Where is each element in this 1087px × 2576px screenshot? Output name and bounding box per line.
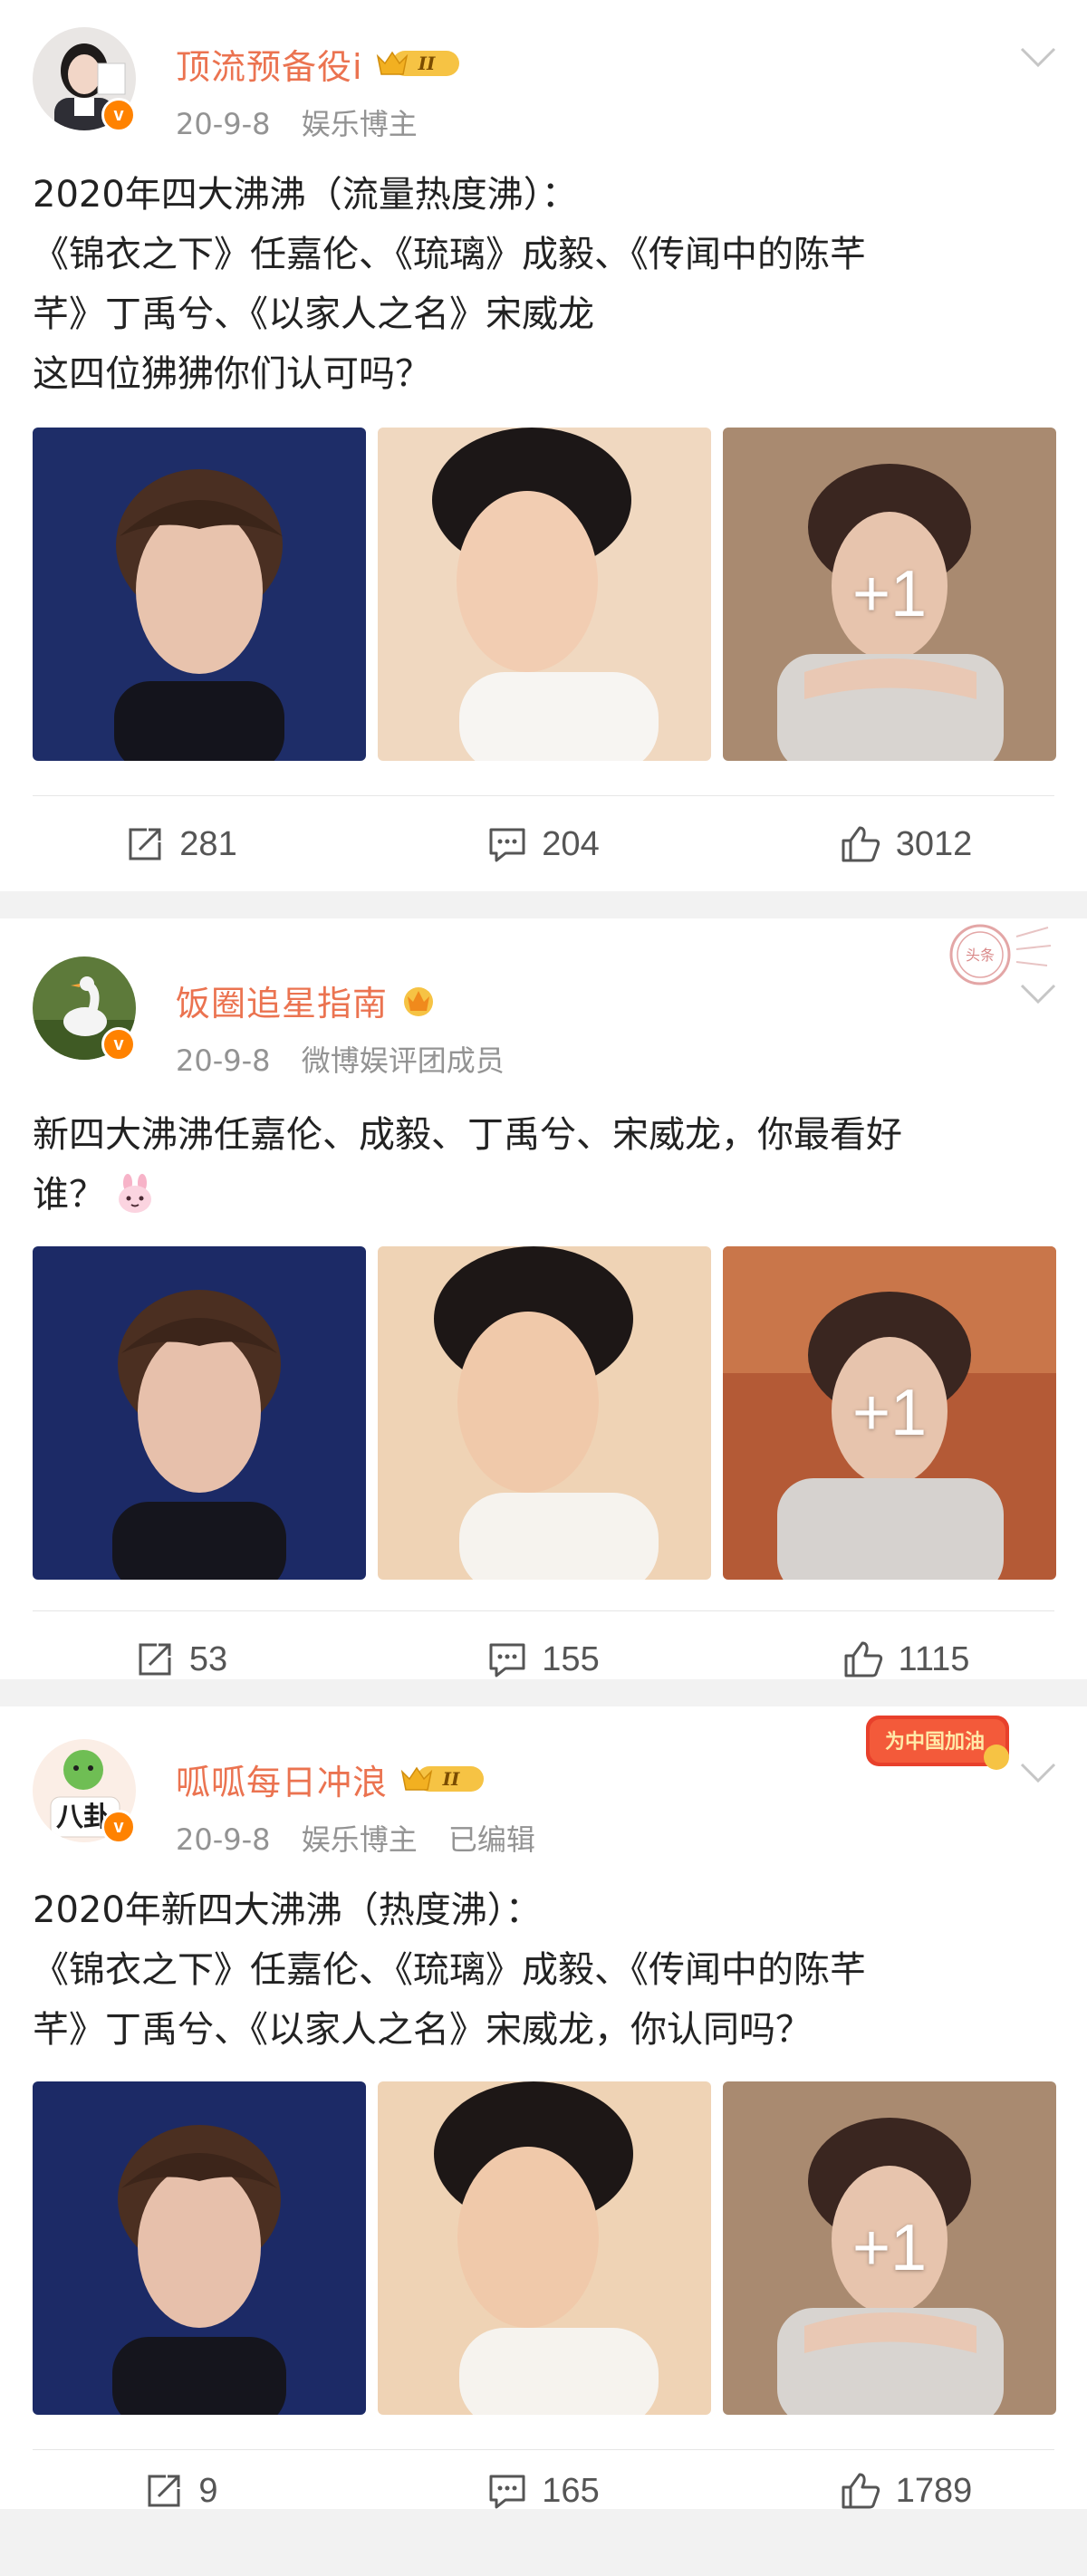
crown-level-badge-icon: II [374,45,461,82]
user-name-row: 顶流预备役i II [176,38,461,89]
more-images-count: +1 [851,1377,928,1449]
post-text: 2020年四大沸沸（流量热度沸）： 《锦衣之下》任嘉伦、《琉璃》成毅、《传闻中的… [33,165,1056,404]
like-button[interactable]: 1789 [725,2455,1087,2527]
post-card[interactable]: v 饭圈追星指南 20-9-8 微博娱评团成员 头条 新四大沸沸任嘉伦、成毅、丁… [0,918,1087,1679]
stamp-text: 头条 [966,947,995,964]
chevron-down-icon[interactable] [1018,980,1058,1007]
comment-button[interactable]: 155 [362,1623,725,1696]
divider [33,795,1054,796]
divider [33,1610,1054,1611]
post-text: 新四大沸沸任嘉伦、成毅、丁禹兮、宋威龙，你最看好 谁？ [33,1105,1056,1225]
comment-count: 204 [542,824,600,863]
chevron-down-icon[interactable] [1018,43,1058,71]
user-tag: 娱乐博主 [301,107,418,141]
more-images-count: +1 [851,2212,928,2284]
chevron-down-icon[interactable] [1018,1759,1058,1786]
more-images-count: +1 [851,558,928,630]
post-image[interactable] [378,2081,711,2415]
crown-badge-icon [399,982,438,1018]
post-date: 20-9-8 [176,107,271,141]
crown-level-badge-icon: II [399,1761,486,1797]
like-count: 3012 [895,824,973,863]
post-card[interactable]: 八卦 v 呱呱每日冲浪 II 20-9-8 娱乐博主 已编辑 为中国加油 202… [0,1706,1087,2510]
level-badge-text: II [417,53,435,74]
post-meta: 20-9-8 微博娱评团成员 [176,1038,526,1080]
repost-button[interactable]: 9 [0,2455,362,2527]
repost-icon [139,1643,171,1676]
post-text-line: 这四位狒狒你们认可吗？ [33,353,431,395]
post-meta: 20-9-8 娱乐博主 [176,101,439,143]
bunny-emoji-icon [119,1174,151,1213]
like-button[interactable]: 1115 [725,1623,1087,1696]
repost-count: 53 [188,1639,228,1678]
comment-icon [489,1643,525,1677]
post-image[interactable]: +1 [723,428,1056,761]
thumbs-up-icon [842,2473,880,2509]
comment-count: 165 [542,2471,600,2510]
post-text-line: 芊》丁禹兮、《以家人之名》宋威龙 [33,293,594,335]
action-bar: 9 165 1789 [0,2455,1087,2527]
avatar[interactable]: v [33,27,143,138]
verified-badge-icon: v [101,1810,136,1844]
repost-count: 281 [179,824,237,863]
user-name[interactable]: 顶流预备役i [176,39,363,89]
user-tag: 娱乐博主 [301,1822,418,1857]
post-text-line: 芊》丁禹兮、《以家人之名》宋威龙，你认同吗？ [33,2009,812,2051]
post-text-line: 《锦衣之下》任嘉伦、《琉璃》成毅、《传闻中的陈芊 [33,234,866,275]
comment-button[interactable]: 204 [362,808,725,880]
post-image[interactable] [378,1246,711,1580]
repost-icon [129,828,161,860]
post-text-fragment: 谁？ [33,1174,105,1216]
repost-button[interactable]: 281 [0,808,362,880]
action-bar: 53 155 1115 [0,1623,1087,1696]
event-badge-icon: 为中国加油 [866,1716,1009,1770]
image-grid: +1 [33,2081,1056,2415]
avatar[interactable]: v [33,956,143,1067]
post-image[interactable] [33,2081,366,2415]
verified-badge-icon: v [101,1027,136,1062]
level-badge-text: II [442,1768,460,1790]
post-image[interactable] [33,1246,366,1580]
comment-button[interactable]: 165 [362,2455,725,2527]
avatar[interactable]: 八卦 v [33,1739,143,1850]
post-text: 2020年新四大沸沸（热度沸）： 《锦衣之下》任嘉伦、《琉璃》成毅、《传闻中的陈… [33,1880,1056,2060]
like-count: 1789 [895,2471,973,2510]
like-count: 1115 [898,1639,970,1678]
user-name-row: 呱呱每日冲浪 II [176,1754,486,1804]
image-grid: +1 [33,428,1056,761]
weibo-feed: v 顶流预备役i II 20-9-8 娱乐博主 2020年四大沸沸（流量热度沸）… [0,0,1087,2510]
verified-badge-icon: v [101,98,136,132]
post-text-line: 谁？ [33,1165,1056,1225]
divider [33,2449,1054,2450]
post-image[interactable]: +1 [723,2081,1056,2415]
post-text-line: 2020年四大沸沸（流量热度沸）： [33,174,578,216]
user-name[interactable]: 饭圈追星指南 [176,976,388,1025]
comment-count: 155 [542,1639,600,1678]
post-date: 20-9-8 [176,1822,271,1857]
image-grid: +1 [33,1246,1056,1580]
repost-button[interactable]: 53 [0,1623,362,1696]
post-image[interactable]: +1 [723,1246,1056,1580]
action-bar: 281 204 3012 [0,808,1087,880]
post-image[interactable] [378,428,711,761]
post-text-line: 《锦衣之下》任嘉伦、《琉璃》成毅、《传闻中的陈芊 [33,1949,866,1991]
edited-label[interactable]: 已编辑 [448,1822,535,1857]
thumbs-up-icon [844,1641,882,1677]
repost-icon [148,2475,180,2507]
user-name[interactable]: 呱呱每日冲浪 [176,1754,388,1804]
comment-icon [489,2475,525,2509]
post-meta: 20-9-8 娱乐博主 已编辑 [176,1817,557,1859]
thumbs-up-icon [842,826,880,862]
user-name-row: 饭圈追星指南 [176,975,438,1025]
comment-icon [489,828,525,862]
post-image[interactable] [33,428,366,761]
post-text-line: 2020年新四大沸沸（热度沸）： [33,1889,542,1931]
like-button[interactable]: 3012 [725,808,1087,880]
repost-count: 9 [198,2471,218,2510]
post-date: 20-9-8 [176,1043,271,1078]
post-card[interactable]: v 顶流预备役i II 20-9-8 娱乐博主 2020年四大沸沸（流量热度沸）… [0,0,1087,891]
user-tag: 微博娱评团成员 [301,1043,505,1078]
event-badge-text: 为中国加油 [885,1731,985,1754]
post-text-line: 新四大沸沸任嘉伦、成毅、丁禹兮、宋威龙，你最看好 [33,1114,902,1156]
